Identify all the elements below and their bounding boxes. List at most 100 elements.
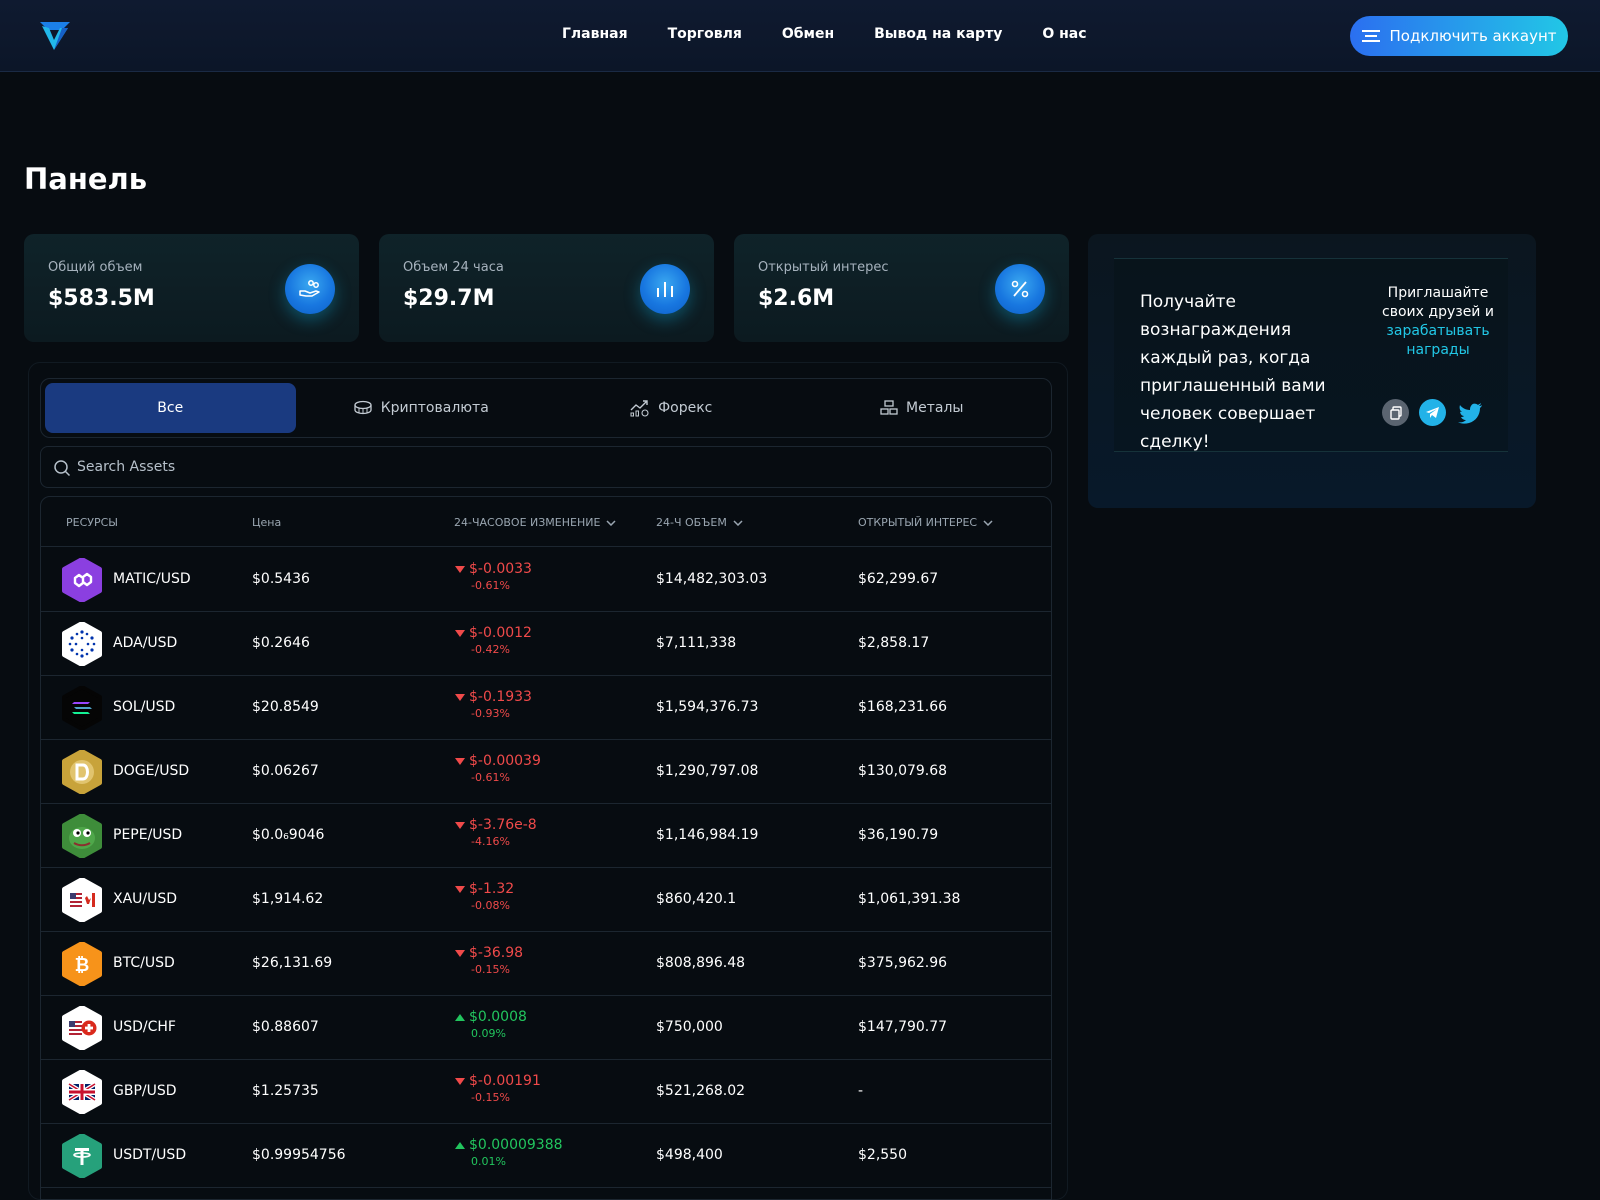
asset-open-interest: $168,231.66 bbox=[858, 699, 948, 715]
change-percent: -4.16% bbox=[471, 835, 510, 848]
search-box bbox=[40, 446, 1052, 488]
change-percent: -0.42% bbox=[471, 643, 510, 656]
arrow-down-icon bbox=[455, 629, 465, 637]
col-header-asset: РЕСУРСЫ bbox=[66, 516, 118, 529]
asset-price: $0.99954756 bbox=[252, 1147, 346, 1163]
asset-change: $-0.00039 -0.61% bbox=[455, 753, 541, 784]
table-row[interactable]: SOL/USD $20.8549 $-0.1933 -0.93% $1,594,376.… bbox=[41, 675, 1051, 740]
arrow-down-icon bbox=[455, 949, 465, 957]
tab-metals[interactable]: Металы bbox=[797, 383, 1048, 433]
table-row[interactable]: USD/CHF $0.88607 $0.0008 0.09% $750,000 $147,… bbox=[41, 995, 1051, 1060]
asset-name: MATIC/USD bbox=[113, 571, 191, 587]
tab-label: Все bbox=[157, 400, 184, 416]
stat-icon-circle bbox=[995, 264, 1045, 314]
asset-volume: $7,111,338 bbox=[656, 635, 737, 651]
nav-home[interactable]: Главная bbox=[562, 26, 628, 42]
asset-change: $0.0008 0.09% bbox=[455, 1009, 527, 1040]
search-input[interactable] bbox=[77, 447, 1037, 487]
change-percent: -0.61% bbox=[471, 579, 510, 592]
asset-volume: $521,268.02 bbox=[656, 1083, 746, 1099]
asset-open-interest: $130,079.68 bbox=[858, 763, 948, 779]
col-header-price: Цена bbox=[252, 516, 282, 529]
telegram-icon[interactable] bbox=[1419, 399, 1446, 426]
table-row[interactable]: XAU/USD $1,914.62 $-1.32 -0.08% $860,420.1 $1… bbox=[41, 867, 1051, 932]
change-percent: -0.08% bbox=[471, 899, 510, 912]
asset-name: BTC/USD bbox=[113, 955, 175, 971]
stat-value: $583.5M bbox=[48, 286, 155, 311]
asset-open-interest: - bbox=[858, 1083, 864, 1099]
asset-open-interest: $375,962.96 bbox=[858, 955, 948, 971]
asset-volume: $1,146,984.19 bbox=[656, 827, 759, 843]
asset-change: $-36.98 -0.15% bbox=[455, 945, 523, 976]
connect-account-button[interactable]: Подключить аккаунт bbox=[1350, 16, 1568, 56]
table-row[interactable]: ₿ BTC/USD $26,131.69 $-36.98 -0.15% $808,896.… bbox=[41, 931, 1051, 996]
nav-about[interactable]: О нас bbox=[1042, 26, 1086, 42]
logo-icon[interactable] bbox=[38, 18, 72, 52]
table-row[interactable]: PEPE/USD $0.0₆9046 $-3.76e-8 -4.16% $1,146,9… bbox=[41, 803, 1051, 868]
asset-volume: $1,594,376.73 bbox=[656, 699, 759, 715]
arrow-down-icon bbox=[455, 1077, 465, 1085]
nav-withdraw-card[interactable]: Вывод на карту bbox=[874, 26, 1002, 42]
referral-invite: Приглашайте своих друзей и зарабатывать … bbox=[1378, 284, 1498, 360]
assets-table: РЕСУРСЫ Цена 24-ЧАСОВОЕ ИЗМЕНЕНИЕ 24-Ч О… bbox=[40, 496, 1052, 1200]
arrow-up-icon bbox=[455, 1141, 465, 1149]
stat-icon-circle bbox=[640, 264, 690, 314]
page-title: Панель bbox=[24, 162, 148, 196]
tab-label: Криптовалюта bbox=[380, 400, 489, 416]
change-percent: -0.15% bbox=[471, 1091, 510, 1104]
nav-exchange[interactable]: Обмен bbox=[782, 26, 834, 42]
tab-forex[interactable]: Форекс bbox=[546, 383, 797, 433]
table-row[interactable]: USDT/USD $0.99954756 $0.00009388 0.01% $498,… bbox=[41, 1123, 1051, 1188]
asset-price: $0.06267 bbox=[252, 763, 319, 779]
asset-volume: $750,000 bbox=[656, 1019, 723, 1035]
copy-icon[interactable] bbox=[1382, 399, 1409, 426]
asset-price: $1,914.62 bbox=[252, 891, 324, 907]
change-amount: $-0.1933 bbox=[469, 689, 532, 705]
tab-all[interactable]: Все bbox=[45, 383, 296, 433]
col-header-24h-change[interactable]: 24-ЧАСОВОЕ ИЗМЕНЕНИЕ bbox=[454, 516, 616, 529]
arrow-down-icon bbox=[455, 565, 465, 573]
stat-label: Открытый интерес bbox=[758, 260, 889, 275]
coins-icon bbox=[354, 400, 372, 415]
stat-icon-circle bbox=[285, 264, 335, 314]
ada-icon bbox=[62, 622, 102, 666]
bar-chart-icon bbox=[657, 282, 673, 297]
table-row[interactable]: DOGE/USD $0.06267 $-0.00039 -0.61% $1,290,79… bbox=[41, 739, 1051, 804]
nav-trading[interactable]: Торговля bbox=[668, 26, 742, 42]
twitter-icon[interactable] bbox=[1456, 399, 1483, 426]
change-amount: $-0.0012 bbox=[469, 625, 532, 641]
change-percent: -0.61% bbox=[471, 771, 510, 784]
referral-text: Получайте вознаграждения каждый раз, ког… bbox=[1140, 292, 1326, 452]
tab-crypto[interactable]: Криптовалюта bbox=[296, 383, 547, 433]
tab-label: Металы bbox=[906, 400, 964, 416]
btc-icon: ₿ bbox=[62, 942, 102, 986]
asset-name: DOGE/USD bbox=[113, 763, 190, 779]
stat-card-total-volume: Общий объем $583.5M bbox=[24, 234, 359, 342]
doge-icon bbox=[62, 750, 102, 794]
table-row[interactable]: GBP/USD $1.25735 $-0.00191 -0.15% $521,268.0… bbox=[41, 1059, 1051, 1124]
stat-value: $2.6M bbox=[758, 286, 835, 311]
asset-change: $-0.00191 -0.15% bbox=[455, 1073, 541, 1104]
stat-card-24h-volume: Объем 24 часа $29.7M bbox=[379, 234, 714, 342]
table-row[interactable]: ADA/USD $0.2646 $-0.0012 -0.42% $7,111,338 $2… bbox=[41, 611, 1051, 676]
matic-icon bbox=[62, 558, 102, 602]
asset-name: GBP/USD bbox=[113, 1083, 177, 1099]
change-amount: $-0.0033 bbox=[469, 561, 532, 577]
table-row[interactable]: MATIC/USD $0.5436 $-0.0033 -0.61% $14,482,30… bbox=[41, 547, 1051, 612]
main-nav: Главная Торговля Обмен Вывод на карту О … bbox=[562, 26, 1087, 42]
referral-invite-text: Приглашайте своих друзей и bbox=[1382, 285, 1494, 320]
stat-card-open-interest: Открытый интерес $2.6M bbox=[734, 234, 1069, 342]
referral-earn-link[interactable]: зарабатывать награды bbox=[1386, 323, 1489, 358]
asset-name: ADA/USD bbox=[113, 635, 178, 651]
stat-label: Общий объем bbox=[48, 260, 143, 275]
usd-chf-flag-icon bbox=[62, 1006, 102, 1050]
pepe-icon bbox=[62, 814, 102, 858]
asset-name: SOL/USD bbox=[113, 699, 176, 715]
asset-open-interest: $1,061,391.38 bbox=[858, 891, 961, 907]
asset-price: $0.88607 bbox=[252, 1019, 319, 1035]
change-percent: -0.15% bbox=[471, 963, 510, 976]
col-header-24h-volume[interactable]: 24-Ч ОБЪЕМ bbox=[656, 516, 743, 529]
change-amount: $-1.32 bbox=[469, 881, 515, 897]
change-amount: $-0.00191 bbox=[469, 1073, 541, 1089]
col-header-open-interest[interactable]: ОТКРЫТЫЙ ИНТЕРЕС bbox=[858, 516, 993, 529]
